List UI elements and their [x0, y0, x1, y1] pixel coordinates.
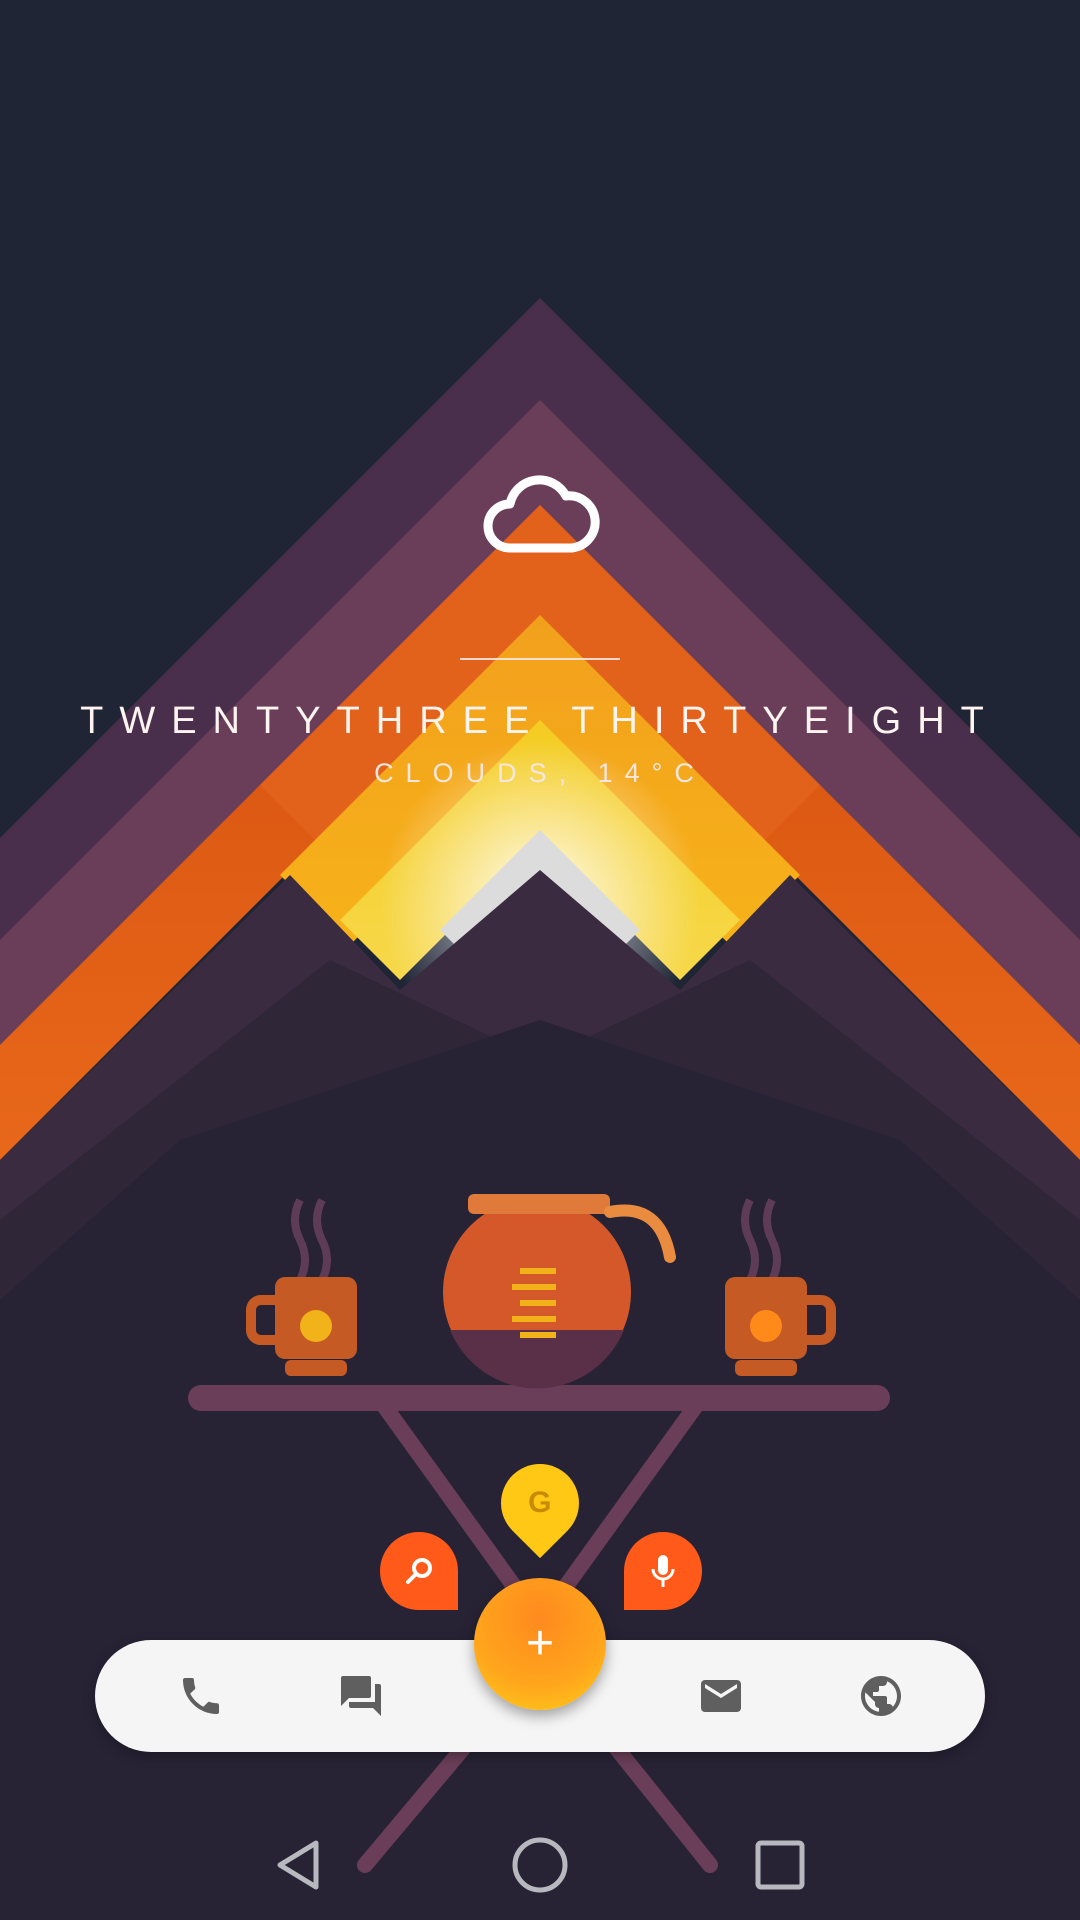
- voice-search-button[interactable]: [624, 1532, 702, 1610]
- clock-weather-widget[interactable]: TWENTYTHREE THIRTYEIGHT CLOUDS, 14°C: [0, 470, 1080, 800]
- search-button[interactable]: [380, 1532, 458, 1610]
- divider-line: [460, 658, 620, 660]
- cloud-icon: [483, 475, 600, 553]
- weather-text: CLOUDS, 14°C: [374, 758, 706, 788]
- home-icon: [512, 1837, 568, 1893]
- chat-icon: [341, 1676, 381, 1716]
- recents-button[interactable]: [735, 1820, 825, 1910]
- navigation-bar: [0, 1820, 1080, 1920]
- google-label: G: [528, 1486, 552, 1519]
- home-button[interactable]: [495, 1820, 585, 1910]
- dock-item-phone[interactable]: [171, 1666, 231, 1726]
- back-button[interactable]: [255, 1820, 345, 1910]
- dock-item-email[interactable]: [691, 1666, 751, 1726]
- recents-icon: [755, 1840, 805, 1890]
- mail-icon: [701, 1680, 741, 1712]
- plus-icon: +: [525, 1617, 555, 1670]
- add-button[interactable]: +: [474, 1578, 606, 1710]
- search-icon: [406, 1558, 432, 1584]
- phone-icon: [183, 1678, 219, 1714]
- globe-icon: [861, 1676, 901, 1716]
- microphone-icon: [651, 1555, 675, 1587]
- dock-item-messages[interactable]: [331, 1666, 391, 1726]
- clock-text: TWENTYTHREE THIRTYEIGHT: [80, 700, 1000, 742]
- back-icon: [277, 1840, 319, 1890]
- home-screen: TWENTYTHREE THIRTYEIGHT CLOUDS, 14°C G +: [0, 0, 1080, 1920]
- dock-item-browser[interactable]: [851, 1666, 911, 1726]
